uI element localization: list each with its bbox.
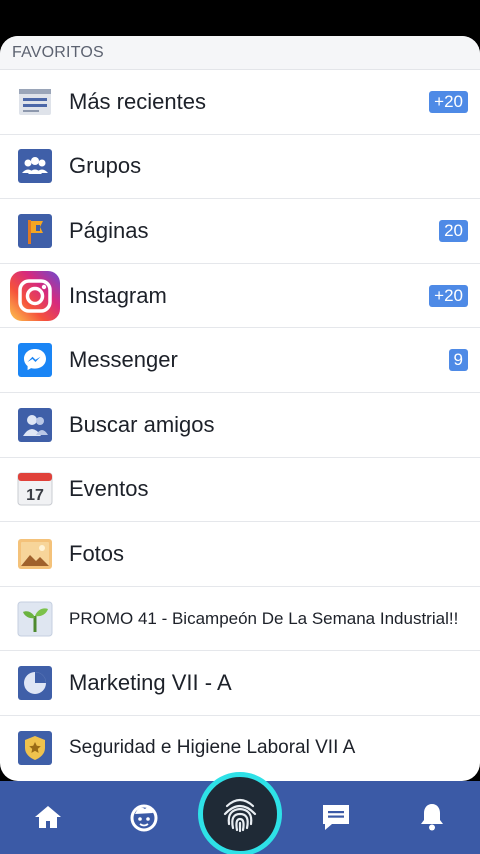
screen: FAVORITOS Más recientes +20 Grupos Págin… — [0, 0, 480, 854]
favorites-card: FAVORITOS Más recientes +20 Grupos Págin… — [0, 36, 480, 781]
news-feed-icon — [17, 84, 53, 120]
list-item-promo-41[interactable]: PROMO 41 - Bicampeón De La Semana Indust… — [0, 587, 480, 652]
list-item-messenger[interactable]: Messenger 9 — [0, 328, 480, 393]
list-item-mas-recientes[interactable]: Más recientes +20 — [0, 70, 480, 135]
item-label: Más recientes — [69, 88, 206, 114]
item-label: PROMO 41 - Bicampeón De La Semana Indust… — [69, 608, 459, 628]
count-badge: 20 — [439, 219, 468, 242]
item-label: Seguridad e Higiene Laboral VII A — [69, 737, 356, 759]
list-item-grupos[interactable]: Grupos — [0, 135, 480, 200]
item-label: Grupos — [69, 153, 142, 179]
list-item-buscar-amigos[interactable]: Buscar amigos — [0, 393, 480, 458]
chat-icon[interactable] — [318, 799, 354, 835]
fingerprint-icon — [218, 792, 262, 836]
item-label: Fotos — [69, 540, 125, 566]
count-badge: 9 — [448, 349, 468, 372]
item-label: Páginas — [69, 217, 149, 243]
item-label: Messenger — [69, 347, 178, 373]
section-title: FAVORITOS — [12, 43, 104, 61]
sprout-group-icon — [17, 601, 53, 637]
badge-shield-group-icon — [17, 730, 53, 766]
list-item-instagram[interactable]: Instagram +20 — [0, 264, 480, 329]
pie-chart-group-icon — [17, 665, 53, 701]
list-item-fotos[interactable]: Fotos — [0, 522, 480, 587]
messenger-icon — [17, 342, 53, 378]
status-bar — [0, 0, 480, 36]
bell-icon[interactable] — [414, 799, 450, 835]
item-label: Marketing VII - A — [69, 670, 232, 696]
calendar-day: 17 — [26, 487, 44, 504]
list-item-eventos[interactable]: 17 Eventos — [0, 458, 480, 523]
count-badge: +20 — [429, 284, 468, 307]
item-label: Eventos — [69, 476, 149, 502]
list-item-marketing[interactable]: Marketing VII - A — [0, 651, 480, 716]
pages-flag-icon — [17, 213, 53, 249]
count-badge: +20 — [429, 90, 468, 113]
groups-icon — [17, 148, 53, 184]
photos-icon — [17, 536, 53, 572]
item-label: Buscar amigos — [69, 411, 215, 437]
list-item-paginas[interactable]: Páginas 20 — [0, 199, 480, 264]
home-icon[interactable] — [30, 799, 66, 835]
face-icon[interactable] — [126, 799, 162, 835]
item-label: Instagram — [69, 282, 167, 308]
find-friends-icon — [17, 407, 53, 443]
calendar-icon: 17 — [17, 471, 53, 507]
fingerprint-button[interactable] — [198, 772, 282, 854]
instagram-icon — [9, 270, 61, 322]
list-item-seguridad[interactable]: Seguridad e Higiene Laboral VII A — [0, 716, 480, 781]
section-header: FAVORITOS — [0, 36, 480, 70]
